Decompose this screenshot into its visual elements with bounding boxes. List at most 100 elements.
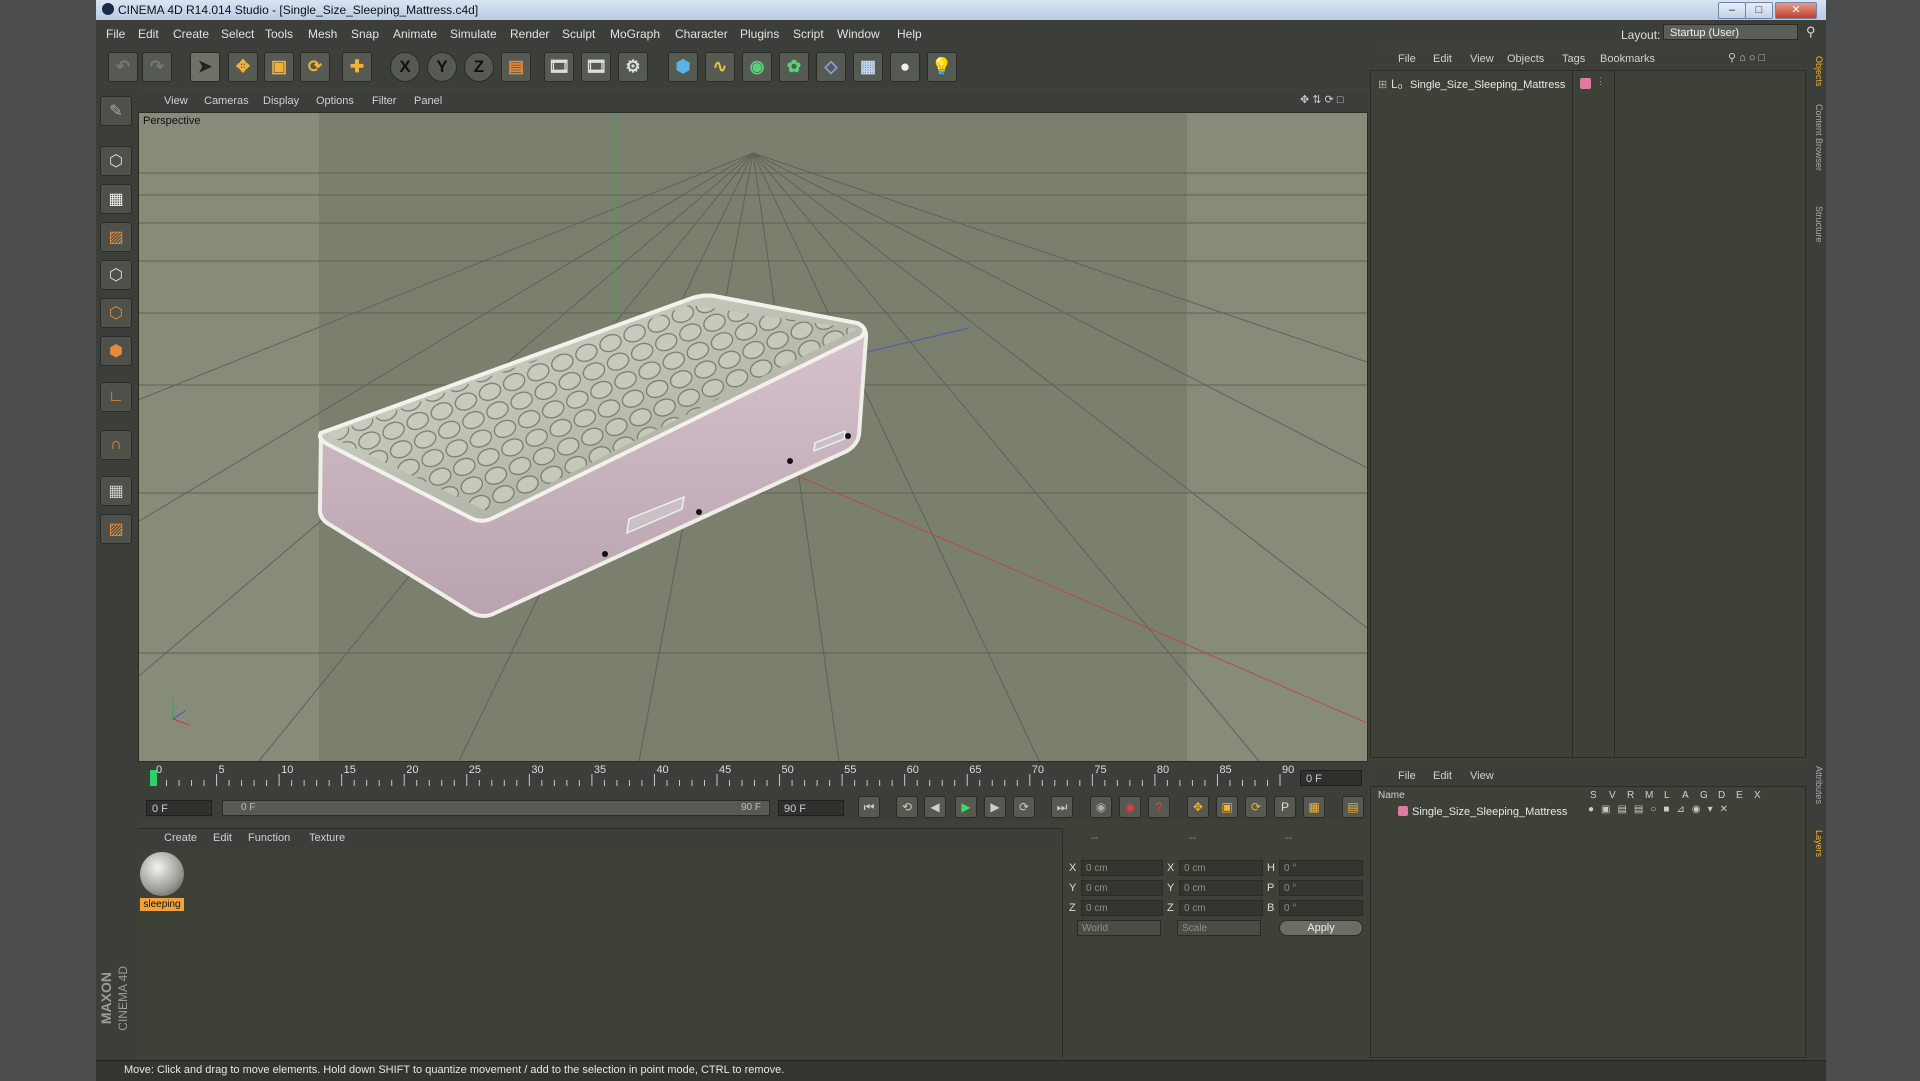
previous-frame-icon[interactable]: ◀ [924,796,946,818]
polygons-mode-icon[interactable]: ⬢ [100,336,132,366]
objects-menu-objects[interactable]: Objects [1507,53,1544,65]
layer-name[interactable]: Single_Size_Sleeping_Mattress [1412,806,1567,818]
spline-icon[interactable]: ∿ [705,52,735,82]
viewport-menu-options[interactable]: Options [316,95,354,107]
render-region-icon[interactable]: 🎞 [581,52,611,82]
menu-render[interactable]: Render [510,27,549,41]
menu-mograph[interactable]: MoGraph [610,27,660,41]
deformer-icon[interactable]: ◇ [816,52,846,82]
redo-icon[interactable]: ↷ [142,52,172,82]
cube-icon[interactable]: ⬢ [668,52,698,82]
key-rotation-icon[interactable]: ⟳ [1245,796,1267,818]
workplane-icon[interactable]: ▨ [100,222,132,252]
viewport-menu-panel[interactable]: Panel [414,95,442,107]
objects-menu-file[interactable]: File [1398,53,1416,65]
play-icon[interactable]: ▶ [955,796,977,818]
objects-menu-bookmarks[interactable]: Bookmarks [1600,53,1655,65]
menu-window[interactable]: Window [837,27,880,41]
menu-character[interactable]: Character [675,27,728,41]
objects-menu-tags[interactable]: Tags [1562,53,1585,65]
size-z-field[interactable]: 0 cm [1179,900,1263,916]
next-frame-icon[interactable]: ▶ [984,796,1006,818]
layout-select[interactable]: Startup (User) [1663,24,1798,40]
rotation-b-field[interactable]: 0 ° [1279,900,1363,916]
y-axis-icon[interactable]: Y [427,52,457,82]
menu-plugins[interactable]: Plugins [740,27,779,41]
material-menu-create[interactable]: Create [164,832,197,844]
position-z-field[interactable]: 0 cm [1081,900,1163,916]
key-scale-icon[interactable]: ▣ [1216,796,1238,818]
position-y-field[interactable]: 0 cm [1081,880,1163,896]
visibility-dots-icon[interactable]: ⋮ [1596,76,1605,87]
start-frame-field[interactable]: 0 F [146,800,212,816]
menu-sculpt[interactable]: Sculpt [562,27,595,41]
render-view-icon[interactable]: 🎞 [544,52,574,82]
key-pla-icon[interactable]: ▦ [1303,796,1325,818]
rotation-h-field[interactable]: 0 ° [1279,860,1363,876]
viewport-menu-view[interactable]: View [164,95,188,107]
menu-snap[interactable]: Snap [351,27,379,41]
tab-layers[interactable]: Layers [1808,830,1824,857]
array-icon[interactable]: ✿ [779,52,809,82]
rotate-icon[interactable]: ⟳ [300,52,330,82]
close-button[interactable]: ✕ [1775,2,1817,19]
make-editable-icon[interactable]: ✎ [100,96,132,126]
current-frame-field[interactable]: 0 F [1300,770,1362,786]
layer-color-swatch[interactable] [1398,806,1408,816]
menu-script[interactable]: Script [793,27,824,41]
viewport-menu-filter[interactable]: Filter [372,95,396,107]
camera-icon[interactable]: ● [890,52,920,82]
material-swatch[interactable]: sleeping [140,852,184,911]
rotation-p-field[interactable]: 0 ° [1279,880,1363,896]
objects-menu-view[interactable]: View [1470,53,1494,65]
timeline-menu-icon[interactable]: ▤ [1342,796,1364,818]
nurbs-icon[interactable]: ◉ [742,52,772,82]
menu-tools[interactable]: Tools [265,27,293,41]
texture-mode-icon[interactable]: ▦ [100,184,132,214]
material-menu-edit[interactable]: Edit [213,832,232,844]
tab-attributes[interactable]: Attributes [1808,766,1824,804]
object-name[interactable]: Single_Size_Sleeping_Mattress [1410,79,1565,91]
tab-structure[interactable]: Structure [1808,206,1824,243]
render-settings-icon[interactable]: ⚙ [618,52,648,82]
undo-icon[interactable]: ↶ [108,52,138,82]
layers-menu-view[interactable]: View [1470,770,1494,782]
key-position-icon[interactable]: ✥ [1187,796,1209,818]
axis-mode-icon[interactable]: ∟ [100,382,132,412]
objects-toolbar-icons[interactable]: ⚲ ⌂ ○ □ [1728,51,1765,64]
viewport-nav-icons[interactable]: ✥ ⇅ ⟳ □ [1300,93,1343,106]
layers-menu-edit[interactable]: Edit [1433,770,1452,782]
magnet-icon[interactable]: ∩ [100,430,132,460]
auto-key-icon[interactable]: ◉ [1119,796,1141,818]
edges-mode-icon[interactable]: ⬡ [100,298,132,328]
coordinate-system-icon[interactable]: ▤ [501,52,531,82]
material-menu-function[interactable]: Function [248,832,290,844]
expand-icon[interactable]: ⊞ [1378,78,1387,91]
menu-create[interactable]: Create [173,27,209,41]
menu-file[interactable]: File [106,27,125,41]
menu-help[interactable]: Help [897,27,922,41]
previous-key-icon[interactable]: ⟲ [896,796,918,818]
size-mode-select[interactable]: Scale [1177,920,1261,936]
menu-animate[interactable]: Animate [393,27,437,41]
size-x-field[interactable]: 0 cm [1179,860,1263,876]
3d-viewport[interactable]: Perspective [138,112,1368,762]
layer-flag-icons[interactable]: ●▣▤▤○■⊿◉▾✕ [1588,804,1735,815]
material-menu-texture[interactable]: Texture [309,832,345,844]
scale-icon[interactable]: ▣ [264,52,294,82]
tab-objects[interactable]: Objects [1808,56,1824,87]
search-icon[interactable]: ⚲ [1806,24,1816,40]
light-icon[interactable]: 💡 [927,52,957,82]
layers-menu-file[interactable]: File [1398,770,1416,782]
size-y-field[interactable]: 0 cm [1179,880,1263,896]
go-to-end-icon[interactable]: ⏭ [1051,796,1073,818]
viewport-menu-display[interactable]: Display [263,95,299,107]
z-axis-icon[interactable]: Z [464,52,494,82]
maximize-button[interactable]: □ [1745,2,1773,19]
menu-select[interactable]: Select [221,27,254,41]
minimize-button[interactable]: – [1718,2,1746,19]
model-mode-icon[interactable]: ⬡ [100,146,132,176]
snap-icon[interactable]: ▦ [100,476,132,506]
add-icon[interactable]: ✚ [342,52,372,82]
tab-content-browser[interactable]: Content Browser [1808,104,1824,171]
